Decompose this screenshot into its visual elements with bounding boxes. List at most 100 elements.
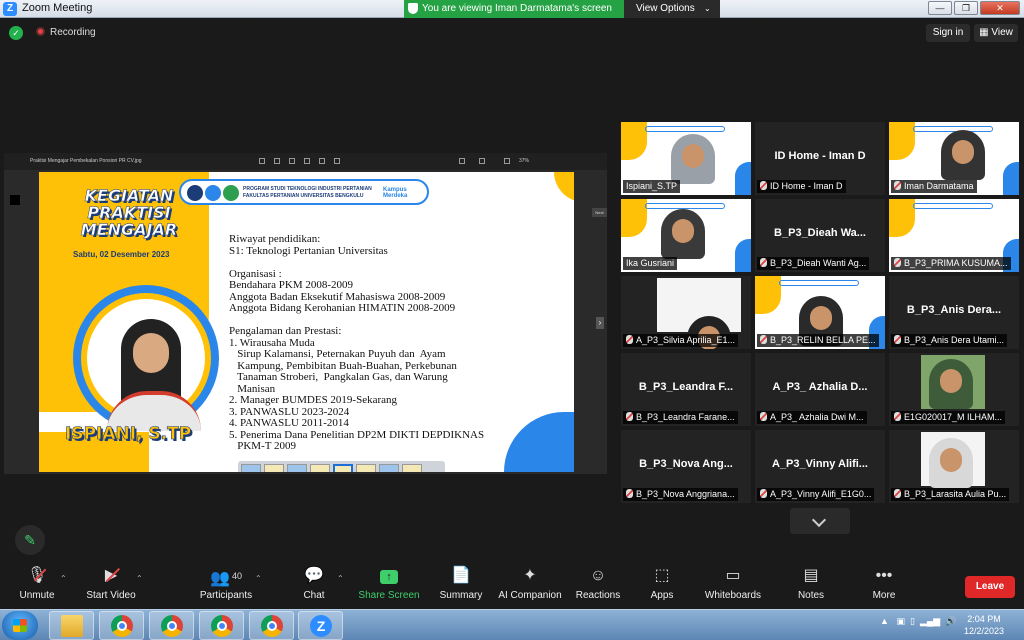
participant-tile[interactable]: E1G020017_M ILHAM...: [889, 353, 1019, 426]
participant-tile[interactable]: A_P3_Silvia Aprilia_E1...: [621, 276, 751, 349]
next-arrow-icon: ›: [596, 317, 604, 329]
chrome-icon: [261, 615, 283, 637]
participant-tile[interactable]: Ika Gusriani: [621, 199, 751, 272]
participant-tile[interactable]: A_P3_ Azhalia D... A_P3_ Azhalia Dwi M...: [755, 353, 885, 426]
chevron-up-icon[interactable]: ⌃: [337, 574, 344, 583]
chat-button[interactable]: 💬 Chat ⌃: [279, 566, 349, 601]
mic-muted-icon: [626, 489, 633, 498]
recording-indicator[interactable]: Recording: [36, 27, 96, 38]
summary-button[interactable]: 📄 Summary: [426, 566, 496, 601]
participant-name: B_P3_Dieah Wanti Ag...: [770, 258, 867, 268]
view-button[interactable]: ▦ View: [974, 24, 1018, 42]
reactions-button[interactable]: ☺ Reactions: [563, 566, 633, 601]
tray-arrow-icon[interactable]: ▲: [880, 616, 889, 626]
participant-tile[interactable]: B_P3_Larasita Aulia Pu...: [889, 430, 1019, 503]
participant-display-name: ID Home - Iman D: [774, 150, 866, 162]
participants-button[interactable]: 👥 40 Participants ⌃: [191, 566, 262, 601]
participant-tile[interactable]: A_P3_Vinny Alifi... A_P3_Vinny Alifi_E1G0…: [755, 430, 885, 503]
reactions-label: Reactions: [575, 590, 621, 601]
taskbar-chrome[interactable]: [99, 611, 144, 640]
video-background-decor: [735, 162, 751, 195]
viewing-screen-banner: You are viewing Iman Darmatama's screen: [404, 0, 624, 18]
participant-name-label: A_P3_Silvia Aprilia_E1...: [623, 334, 739, 347]
share-screen-button[interactable]: ↑ Share Screen: [354, 566, 424, 601]
tray-network-icon[interactable]: ▯: [910, 616, 915, 626]
meeting-toolbar: 🎙 Unmute ⌃ ▶ Start Video ⌃ 👥40 Participa…: [0, 562, 1024, 608]
participant-tile[interactable]: Iman Darmatama: [889, 122, 1019, 195]
participant-tile[interactable]: ID Home - Iman D ID Home - Iman D: [755, 122, 885, 195]
chevron-up-icon[interactable]: ⌃: [255, 574, 262, 583]
thumbnail-selected: [333, 464, 353, 472]
participant-name-label: B_P3_RELIN BELLA PE...: [757, 334, 879, 347]
gallery-scroll-down-button[interactable]: [790, 508, 850, 534]
participant-name-label: E1G020017_M ILHAM...: [891, 411, 1006, 424]
participant-name-label: A_P3_ Azhalia Dwi M...: [757, 411, 867, 424]
apps-icon: ⬚: [654, 567, 670, 584]
participant-tile[interactable]: B_P3_RELIN BELLA PE...: [755, 276, 885, 349]
minimize-button[interactable]: —: [928, 1, 952, 15]
share-screen-icon: ↑: [354, 566, 424, 586]
clock-time: 2:04 PM: [967, 614, 1001, 624]
mic-muted-icon: [894, 489, 901, 498]
window-title: Zoom Meeting: [22, 2, 93, 14]
thumbnail: [264, 464, 284, 472]
participant-person: [661, 209, 705, 259]
toolbar-icon: [274, 158, 280, 164]
participant-name-label: Ika Gusriani: [623, 257, 678, 270]
maximize-button[interactable]: ❐: [954, 1, 978, 15]
participant-face: [940, 369, 962, 393]
thumbnail: [241, 464, 261, 472]
tray-device-icon[interactable]: ▣: [896, 616, 905, 626]
taskbar-chrome[interactable]: [249, 611, 294, 640]
system-clock[interactable]: 2:04 PM 12/2/2023: [960, 613, 1008, 637]
taskbar-chrome[interactable]: [199, 611, 244, 640]
signal-icon[interactable]: ▂▄▆: [920, 616, 940, 626]
participant-name-label: B_P3_Nova Anggriana...: [623, 488, 738, 501]
taskbar-zoom[interactable]: Z: [298, 611, 343, 640]
participant-tile[interactable]: B_P3_PRIMA KUSUMA...: [889, 199, 1019, 272]
unmute-button[interactable]: 🎙 Unmute ⌃: [2, 566, 72, 601]
participant-display-name: B_P3_Anis Dera...: [906, 304, 1002, 316]
participant-tile[interactable]: B_P3_Anis Dera... B_P3_Anis Dera Utami...: [889, 276, 1019, 349]
view-options-button[interactable]: View Options ⌄: [624, 0, 720, 18]
sign-in-button[interactable]: Sign in: [926, 24, 970, 42]
recording-label: Recording: [50, 27, 96, 38]
mic-muted-icon: [760, 181, 767, 190]
participant-tile[interactable]: Ispiani_S.TP: [621, 122, 751, 195]
close-button[interactable]: ✕: [980, 1, 1020, 15]
toolbar-icon: [259, 158, 265, 164]
delete-icon: [289, 158, 295, 164]
taskbar-chrome[interactable]: [149, 611, 194, 640]
annotate-pencil-icon[interactable]: ✎: [15, 525, 45, 555]
mic-muted-icon: [894, 335, 901, 344]
participant-name: B_P3_Larasita Aulia Pu...: [904, 489, 1007, 499]
participant-tile[interactable]: B_P3_Leandra F... B_P3_Leandra Farane...: [621, 353, 751, 426]
participant-tile[interactable]: B_P3_Nova Ang... B_P3_Nova Anggriana...: [621, 430, 751, 503]
image-zoom-level: 37%: [519, 158, 530, 164]
leave-button[interactable]: Leave: [965, 576, 1015, 598]
mic-muted-icon: [760, 412, 767, 421]
participant-name: Iman Darmatama: [904, 181, 974, 191]
heading-line: PRAKTISI: [87, 203, 171, 222]
video-background-decor: [1003, 162, 1019, 195]
system-tray[interactable]: ▲ ▣ ▯ ▂▄▆ 🔊: [880, 616, 956, 627]
participant-name: B_P3_Anis Dera Utami...: [904, 335, 1005, 345]
notes-button[interactable]: ▤ Notes: [776, 566, 846, 601]
participant-tile[interactable]: B_P3_Dieah Wa... B_P3_Dieah Wanti Ag...: [755, 199, 885, 272]
ai-companion-button[interactable]: ✦ AI Companion: [494, 566, 566, 601]
slide-heading: KEGIATAN PRAKTISI MENGAJAR: [74, 187, 184, 239]
start-video-button[interactable]: ▶ Start Video ⌃: [76, 566, 146, 601]
shared-window-titlebar: Praktisi Mengajar Pembekalan Ponsiori PR…: [4, 153, 607, 170]
more-button[interactable]: ••• More: [849, 566, 919, 601]
security-shield-icon[interactable]: ✓: [9, 26, 23, 40]
participant-name-label: B_P3_Leandra Farane...: [623, 411, 738, 424]
mic-muted-icon: [894, 258, 901, 267]
volume-icon[interactable]: 🔊: [945, 616, 956, 626]
zoom-icon: Z: [310, 615, 332, 637]
taskbar-explorer[interactable]: [49, 611, 94, 640]
start-button[interactable]: [2, 611, 38, 640]
chevron-up-icon[interactable]: ⌃: [136, 574, 143, 583]
chevron-up-icon[interactable]: ⌃: [60, 574, 67, 583]
whiteboards-button[interactable]: ▭ Whiteboards: [698, 566, 768, 601]
apps-button[interactable]: ⬚ Apps: [627, 566, 697, 601]
